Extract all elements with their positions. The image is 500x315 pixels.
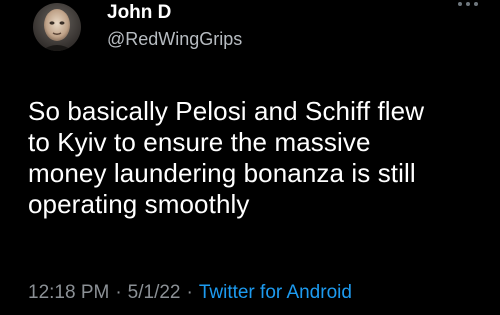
display-name[interactable]: John D [107,2,242,24]
avatar[interactable] [33,3,81,51]
more-horizontal-icon [458,2,478,6]
tweet-text-line: operating smoothly [28,189,250,219]
tweet-card: John D @RedWingGrips So basically Pelosi… [0,0,500,315]
tweet-time[interactable]: 12:18 PM [28,282,109,303]
tweet-text-line: So basically Pelosi and Schiff flew [28,96,425,126]
separator-dot: · [186,282,193,303]
username-handle[interactable]: @RedWingGrips [107,29,242,50]
tweet-text-line: to Kyiv to ensure the massive [28,127,371,157]
separator-dot: · [115,282,122,303]
tweet-metadata: 12:18 PM · 5/1/22 · Twitter for Android [28,281,352,305]
tweet-date[interactable]: 5/1/22 [128,282,181,303]
author-info: John D @RedWingGrips [107,2,242,50]
tweet-source-link[interactable]: Twitter for Android [199,282,352,303]
tweet-text-line: money laundering bonanza is still [28,158,416,188]
tweet-text: So basically Pelosi and Schiff flew to K… [28,96,488,220]
more-options-button[interactable] [448,0,488,24]
profile-photo-icon [33,3,81,51]
